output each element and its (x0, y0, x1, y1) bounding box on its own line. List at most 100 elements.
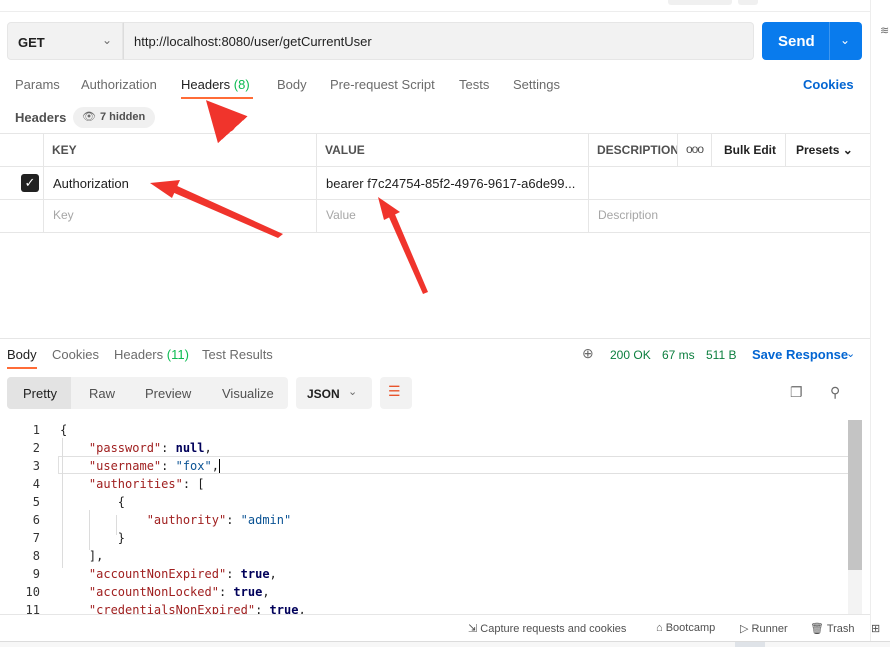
hidden-headers-label: 7 hidden (100, 111, 146, 123)
new-description-input[interactable]: Description (598, 208, 658, 222)
top-toolbar-button[interactable] (668, 0, 732, 5)
copy-icon[interactable]: ❐ (790, 384, 803, 401)
send-options-chevron-icon[interactable]: ⌄ (840, 33, 850, 47)
column-header-description: DESCRIPTION (597, 143, 677, 157)
capture-icon: ⇲ (468, 623, 478, 635)
tab-settings[interactable]: Settings (513, 77, 560, 92)
tab-headers-count: (8) (233, 77, 250, 92)
column-header-value: VALUE (325, 143, 365, 157)
format-visualize-button[interactable]: Visualize (222, 386, 274, 401)
code-line-2: "password": null, (88, 441, 212, 455)
new-key-input[interactable]: Key (53, 208, 74, 222)
new-value-input[interactable]: Value (326, 208, 356, 222)
line-number: 8 (32, 549, 40, 563)
response-tab-body[interactable]: Body (7, 347, 37, 362)
line-number: 4 (32, 477, 40, 491)
save-response-button[interactable]: Save Response (752, 347, 848, 362)
eye-icon: 👁 (82, 111, 96, 123)
chevron-down-icon: ⌄ (102, 33, 113, 47)
format-raw-button[interactable]: Raw (89, 386, 115, 401)
response-divider[interactable] (0, 338, 870, 339)
trash-icon: 🗑 (810, 623, 824, 635)
url-text: http://localhost:8080/user/getCurrentUse… (134, 34, 372, 49)
more-dots-icon[interactable]: ooo (686, 142, 704, 156)
response-tab-headers-count: (11) (166, 347, 189, 362)
response-tab-headers[interactable]: Headers (11) (114, 347, 189, 362)
arrow-to-headers-tab (205, 100, 248, 144)
tab-headers[interactable]: Headers (8) (181, 77, 250, 92)
runner-button[interactable]: ▷ Runner (740, 622, 788, 635)
bulk-edit-button[interactable]: Bulk Edit (724, 143, 776, 157)
send-button-divider (829, 22, 830, 60)
presets-dropdown[interactable]: Presets ⌄ (796, 143, 853, 157)
line-number: 2 (32, 441, 40, 455)
right-sidebar-icon[interactable]: ≋ (880, 24, 889, 37)
code-line-11: "credentialsNonExpired": true, (88, 603, 306, 614)
tab-body[interactable]: Body (277, 77, 307, 92)
line-number: 3 (32, 459, 40, 473)
tab-tests[interactable]: Tests (459, 77, 489, 92)
layout-icon[interactable]: ⊞ (871, 622, 880, 635)
tab-params[interactable]: Params (15, 77, 60, 92)
method-label: GET (18, 35, 45, 50)
tab-prerequest-script[interactable]: Pre-request Script (330, 77, 435, 92)
header-key-cell[interactable]: Authorization (53, 176, 129, 191)
status-code[interactable]: 200 OK (610, 348, 651, 362)
bootcamp-button[interactable]: ⌂ Bootcamp (656, 622, 715, 634)
presets-label: Presets (796, 143, 840, 157)
runner-label: Runner (751, 623, 788, 635)
code-line-6: "authority": "admin" (146, 513, 292, 527)
globe-icon[interactable]: ⊕ (582, 345, 594, 362)
header-value-cell[interactable]: bearer f7c24754-85f2-4976-9617-a6de99... (326, 176, 575, 191)
line-number: 10 (25, 585, 40, 599)
trash-button[interactable]: 🗑 Trash (810, 622, 855, 635)
code-line-4: "authorities": [ (88, 477, 205, 491)
language-label: JSON (307, 387, 340, 401)
code-line-7: } (117, 531, 126, 545)
headers-section-title: Headers (15, 110, 67, 125)
active-response-tab-indicator (7, 367, 37, 369)
tab-authorization[interactable]: Authorization (81, 77, 157, 92)
chevron-down-icon[interactable]: ⌄ (846, 347, 855, 360)
response-body-editor[interactable]: 1 2 3 4 5 6 7 8 9 10 11 { "password": nu… (0, 420, 848, 614)
bootcamp-icon: ⌂ (656, 622, 663, 634)
response-tab-headers-label: Headers (114, 347, 164, 362)
send-button-label: Send (778, 33, 815, 50)
code-line-3: "username": "fox",​ (88, 459, 220, 473)
chevron-down-icon: ⌄ (842, 143, 853, 157)
wrap-lines-icon: ☰ (388, 383, 401, 399)
line-number: 5 (32, 495, 40, 509)
checkbox-icon: ✓ (24, 175, 36, 190)
column-header-key: KEY (52, 143, 77, 157)
response-tab-test-results[interactable]: Test Results (202, 347, 273, 362)
response-tab-cookies[interactable]: Cookies (52, 347, 99, 362)
response-time[interactable]: 67 ms (662, 348, 695, 362)
line-number: 7 (32, 531, 40, 545)
active-tab-indicator (181, 97, 253, 99)
code-line-10: "accountNonLocked": true, (88, 585, 270, 599)
top-toolbar-button-small[interactable] (738, 0, 758, 5)
response-size[interactable]: 511 B (706, 348, 736, 362)
format-preview-button[interactable]: Preview (145, 386, 191, 401)
search-icon[interactable]: ⚲ (830, 384, 840, 401)
right-sidebar-strip (870, 0, 890, 647)
code-line-9: "accountNonExpired": true, (88, 567, 277, 581)
tab-headers-label: Headers (181, 77, 231, 92)
header-enabled-checkbox[interactable]: ✓ (21, 174, 39, 192)
code-line-8: ], (88, 549, 104, 563)
format-pretty-button[interactable]: Pretty (23, 386, 57, 401)
bootcamp-label: Bootcamp (665, 622, 716, 634)
runner-icon: ▷ (740, 623, 749, 635)
code-line-5: { (117, 495, 126, 509)
editor-scrollbar-thumb[interactable] (848, 420, 862, 570)
taskbar-item (735, 642, 765, 647)
line-number: 6 (32, 513, 40, 527)
trash-label: Trash (826, 623, 855, 635)
line-number: 9 (32, 567, 40, 581)
capture-requests-button[interactable]: ⇲ Capture requests and cookies (468, 622, 626, 635)
capture-label: Capture requests and cookies (480, 623, 627, 635)
line-number: 1 (32, 423, 40, 437)
chevron-down-icon: ⌄ (348, 386, 358, 398)
cookies-link[interactable]: Cookies (803, 77, 854, 92)
code-line-1: { (60, 423, 68, 437)
